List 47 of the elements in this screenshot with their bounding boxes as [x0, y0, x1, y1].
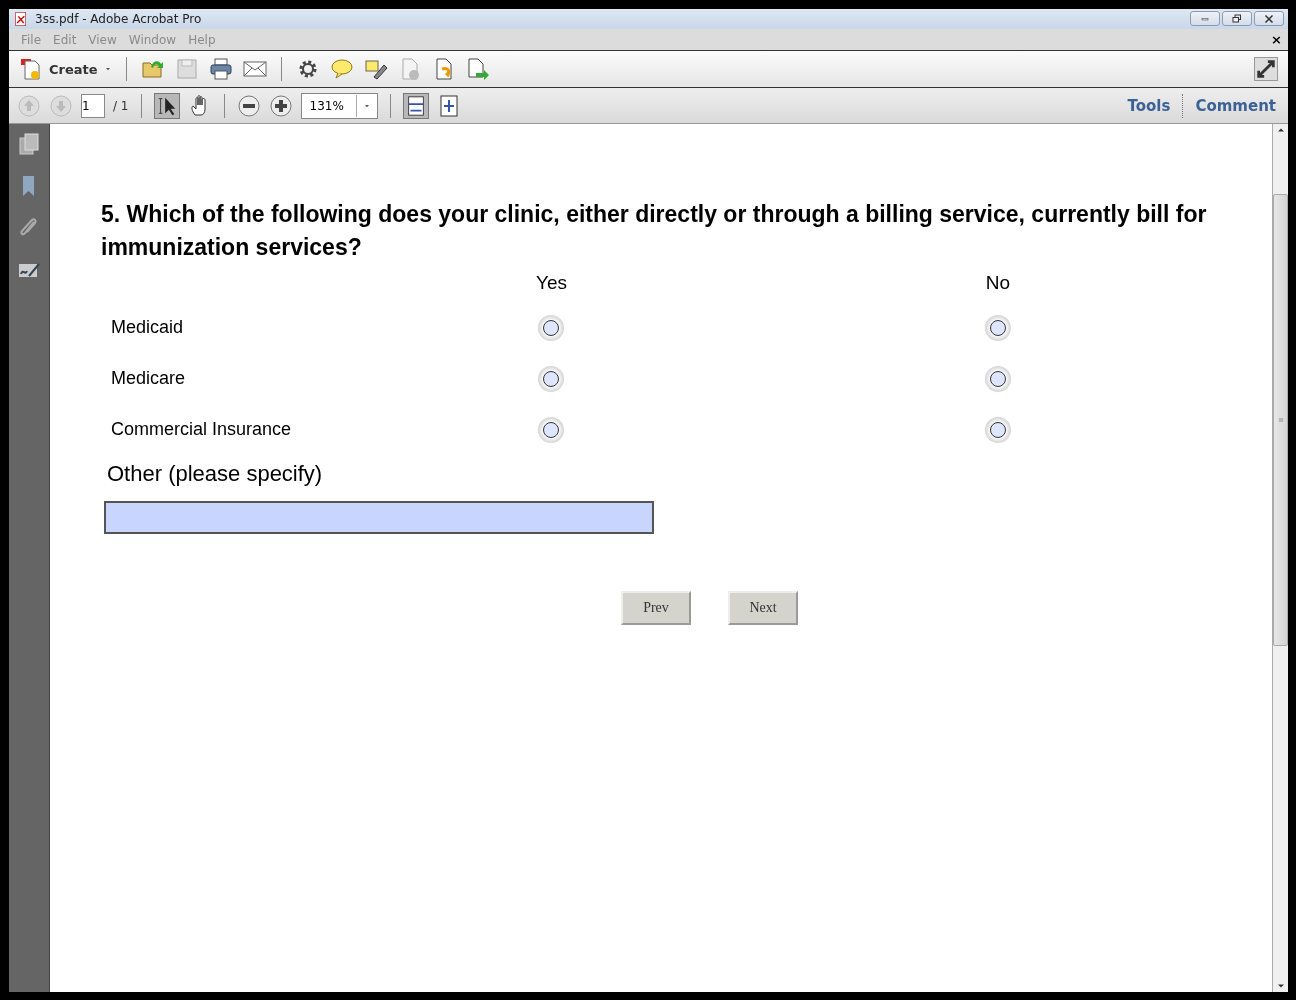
restore-button[interactable]: [1222, 11, 1252, 26]
text-pen-icon[interactable]: [363, 57, 388, 81]
tools-tab[interactable]: Tools: [1115, 96, 1183, 115]
restore-icon[interactable]: [1231, 12, 1243, 25]
column-header: No: [984, 272, 1012, 295]
zoom-out-icon[interactable]: [236, 93, 261, 118]
option-label: Medicaid: [111, 316, 185, 339]
menu-item[interactable]: Help: [182, 32, 222, 47]
create-button[interactable]: Create: [19, 57, 112, 81]
close-document-button[interactable]: ×: [1271, 32, 1282, 47]
radio-button[interactable]: [538, 314, 564, 341]
next-button[interactable]: Next: [728, 591, 798, 625]
expand-arrows-icon: [1255, 58, 1277, 80]
scrollbar-thumb[interactable]: [1273, 194, 1288, 646]
radio-button[interactable]: [985, 416, 1011, 443]
page-total: / 1: [113, 98, 129, 113]
radio-button[interactable]: [538, 416, 564, 443]
zoom-dropdown[interactable]: 131%: [300, 92, 378, 119]
close-icon[interactable]: [1263, 12, 1275, 25]
page-number-field[interactable]: 1: [81, 93, 105, 118]
caret-icon: [103, 65, 112, 73]
pdf-file-icon: [13, 11, 29, 27]
radio-button[interactable]: [985, 365, 1011, 392]
document-export-icon[interactable]: [465, 57, 490, 81]
close-button[interactable]: [1254, 11, 1284, 26]
speech-bubble-icon[interactable]: [329, 57, 354, 81]
window-title: 3ss.pdf - Adobe Acrobat Pro: [35, 12, 203, 26]
select-tool-button[interactable]: [153, 92, 180, 119]
text-field[interactable]: [104, 501, 654, 534]
menu-item[interactable]: File: [15, 32, 48, 47]
radio-button[interactable]: [985, 314, 1011, 341]
option-label: Medicare: [111, 367, 187, 390]
menu-item[interactable]: View: [82, 32, 123, 47]
create-document-icon: [19, 57, 43, 81]
zoom-in-icon[interactable]: [268, 93, 293, 118]
option-label: Commercial Insurance: [111, 418, 293, 441]
other-label: Other (please specify): [107, 461, 324, 487]
print-icon[interactable]: [208, 57, 233, 81]
comment-tab[interactable]: Comment: [1183, 96, 1288, 115]
menu-item[interactable]: Edit: [47, 32, 83, 47]
menu-item[interactable]: Window: [122, 32, 183, 47]
expand-button[interactable]: [1254, 57, 1278, 81]
prev-button[interactable]: Prev: [621, 591, 691, 625]
pages-icon[interactable]: [17, 132, 41, 156]
question-text: 5. Which of the following does your clinic, either directly or through a billing service, currently bill for immunization services?: [101, 200, 1208, 262]
radio-button[interactable]: [538, 365, 564, 392]
column-header: Yes: [536, 272, 566, 295]
